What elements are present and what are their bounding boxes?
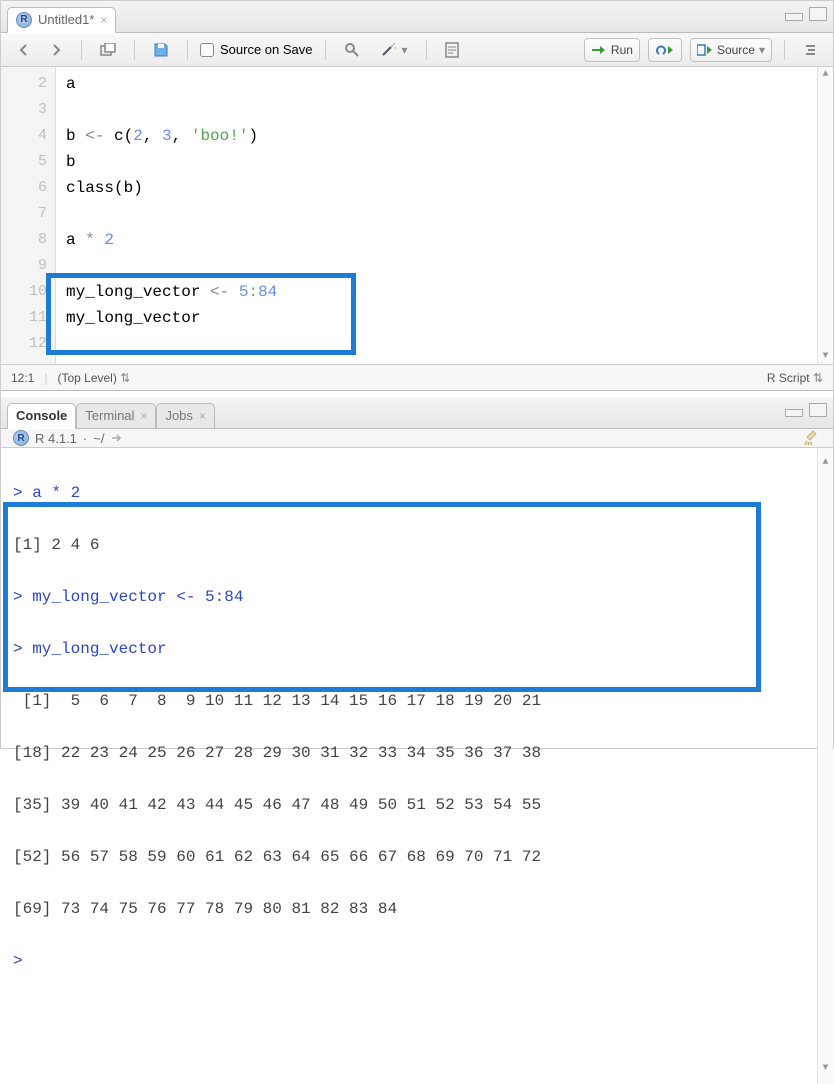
r-file-icon: R bbox=[16, 12, 32, 28]
close-icon[interactable]: × bbox=[100, 13, 107, 27]
code-tools-button[interactable]: ▾ bbox=[374, 38, 414, 62]
maximize-pane-icon[interactable] bbox=[809, 7, 827, 21]
console-prompt[interactable]: > bbox=[13, 948, 821, 974]
editor-tab-untitled[interactable]: R Untitled1* × bbox=[7, 7, 116, 33]
forward-button[interactable] bbox=[43, 38, 69, 62]
clear-console-icon[interactable] bbox=[803, 429, 821, 447]
tab-terminal[interactable]: Terminal × bbox=[76, 403, 156, 429]
console-header: R R 4.1.1 · ~/ bbox=[1, 429, 833, 448]
pane-window-controls bbox=[785, 403, 827, 417]
editor-scrollbar[interactable]: ▲ ▼ bbox=[817, 67, 833, 364]
maximize-pane-icon[interactable] bbox=[809, 403, 827, 417]
tab-console-label: Console bbox=[16, 408, 67, 423]
checkbox-icon bbox=[200, 43, 214, 57]
source-on-save-toggle[interactable]: Source on Save bbox=[200, 42, 313, 57]
editor-toolbar: Source on Save ▾ Run Source ▾ bbox=[1, 33, 833, 67]
console-input-line: > my_long_vector <- 5:84 bbox=[13, 584, 821, 610]
console-output-line: [52] 56 57 58 59 60 61 62 63 64 65 66 67… bbox=[13, 844, 821, 870]
console-output-line: [1] 5 6 7 8 9 10 11 12 13 14 15 16 17 18… bbox=[13, 688, 821, 714]
code-line: class(b) bbox=[66, 175, 807, 201]
source-on-save-label: Source on Save bbox=[220, 42, 313, 57]
close-icon[interactable]: × bbox=[199, 409, 206, 423]
source-label: Source bbox=[717, 43, 755, 57]
rerun-button[interactable] bbox=[648, 38, 682, 62]
console-output-line: [18] 22 23 24 25 26 27 28 29 30 31 32 33… bbox=[13, 740, 821, 766]
minimize-pane-icon[interactable] bbox=[785, 13, 803, 21]
run-label: Run bbox=[611, 43, 633, 57]
console-input-line: > a * 2 bbox=[13, 480, 821, 506]
working-dir[interactable]: ~/ bbox=[93, 431, 104, 446]
console-output[interactable]: > a * 2 [1] 2 4 6 > my_long_vector <- 5:… bbox=[1, 448, 833, 1084]
scroll-up-icon[interactable]: ▲ bbox=[822, 450, 828, 476]
code-line bbox=[66, 253, 807, 279]
scroll-down-icon[interactable]: ▼ bbox=[822, 351, 828, 362]
r-version: R 4.1.1 bbox=[35, 431, 77, 446]
code-line: my_long_vector bbox=[66, 305, 807, 331]
run-button[interactable]: Run bbox=[584, 38, 640, 62]
outline-button[interactable] bbox=[797, 38, 823, 62]
show-in-new-window-button[interactable] bbox=[94, 38, 122, 62]
console-scrollbar[interactable]: ▲ ▼ bbox=[817, 448, 833, 1084]
console-output-line: [1] 2 4 6 bbox=[13, 532, 821, 558]
code-line: a * 2 bbox=[66, 227, 807, 253]
find-button[interactable] bbox=[338, 38, 366, 62]
code-line bbox=[66, 331, 807, 357]
editor-tabbar: R Untitled1* × bbox=[1, 1, 833, 33]
code-line: b bbox=[66, 149, 807, 175]
code-line bbox=[66, 201, 807, 227]
code-line: b <- c(2, 3, 'boo!') bbox=[66, 123, 807, 149]
line-gutter: 2 3 4 5 6 7 8 9 10 11 12 bbox=[1, 67, 56, 364]
separator bbox=[325, 40, 326, 60]
console-output-line: [35] 39 40 41 42 43 44 45 46 47 48 49 50… bbox=[13, 792, 821, 818]
console-input-line: > my_long_vector bbox=[13, 636, 821, 662]
compile-report-button[interactable] bbox=[439, 38, 465, 62]
language-selector[interactable]: R Script ⇅ bbox=[767, 371, 823, 385]
editor-tab-title: Untitled1* bbox=[38, 12, 94, 27]
separator bbox=[187, 40, 188, 60]
tab-terminal-label: Terminal bbox=[85, 408, 134, 423]
editor-statusbar: 12:1 | (Top Level) ⇅ R Script ⇅ bbox=[1, 364, 833, 390]
tab-jobs[interactable]: Jobs × bbox=[156, 403, 214, 429]
popout-icon[interactable] bbox=[110, 432, 124, 444]
code-area[interactable]: a b <- c(2, 3, 'boo!') b class(b) a * 2 … bbox=[56, 67, 817, 364]
back-button[interactable] bbox=[11, 38, 37, 62]
code-line: my_long_vector <- 5:84 bbox=[66, 279, 807, 305]
separator bbox=[134, 40, 135, 60]
separator bbox=[426, 40, 427, 60]
code-line: a bbox=[66, 71, 807, 97]
console-tabbar: Console Terminal × Jobs × bbox=[1, 397, 833, 429]
code-editor[interactable]: 2 3 4 5 6 7 8 9 10 11 12 a b <- c(2, 3, … bbox=[1, 67, 833, 364]
tab-console[interactable]: Console bbox=[7, 403, 76, 429]
cursor-position: 12:1 bbox=[11, 371, 34, 385]
minimize-pane-icon[interactable] bbox=[785, 409, 803, 417]
pane-window-controls bbox=[785, 7, 827, 21]
source-button[interactable]: Source ▾ bbox=[690, 38, 772, 62]
scroll-down-icon[interactable]: ▼ bbox=[822, 1056, 828, 1082]
scroll-up-icon[interactable]: ▲ bbox=[822, 69, 828, 80]
separator bbox=[81, 40, 82, 60]
console-output-line: [69] 73 74 75 76 77 78 79 80 81 82 83 84 bbox=[13, 896, 821, 922]
close-icon[interactable]: × bbox=[140, 409, 147, 423]
r-logo-icon: R bbox=[13, 430, 29, 446]
save-button[interactable] bbox=[147, 38, 175, 62]
scope-selector[interactable]: (Top Level) ⇅ bbox=[57, 371, 130, 385]
tab-jobs-label: Jobs bbox=[165, 408, 192, 423]
code-line bbox=[66, 97, 807, 123]
separator bbox=[784, 40, 785, 60]
